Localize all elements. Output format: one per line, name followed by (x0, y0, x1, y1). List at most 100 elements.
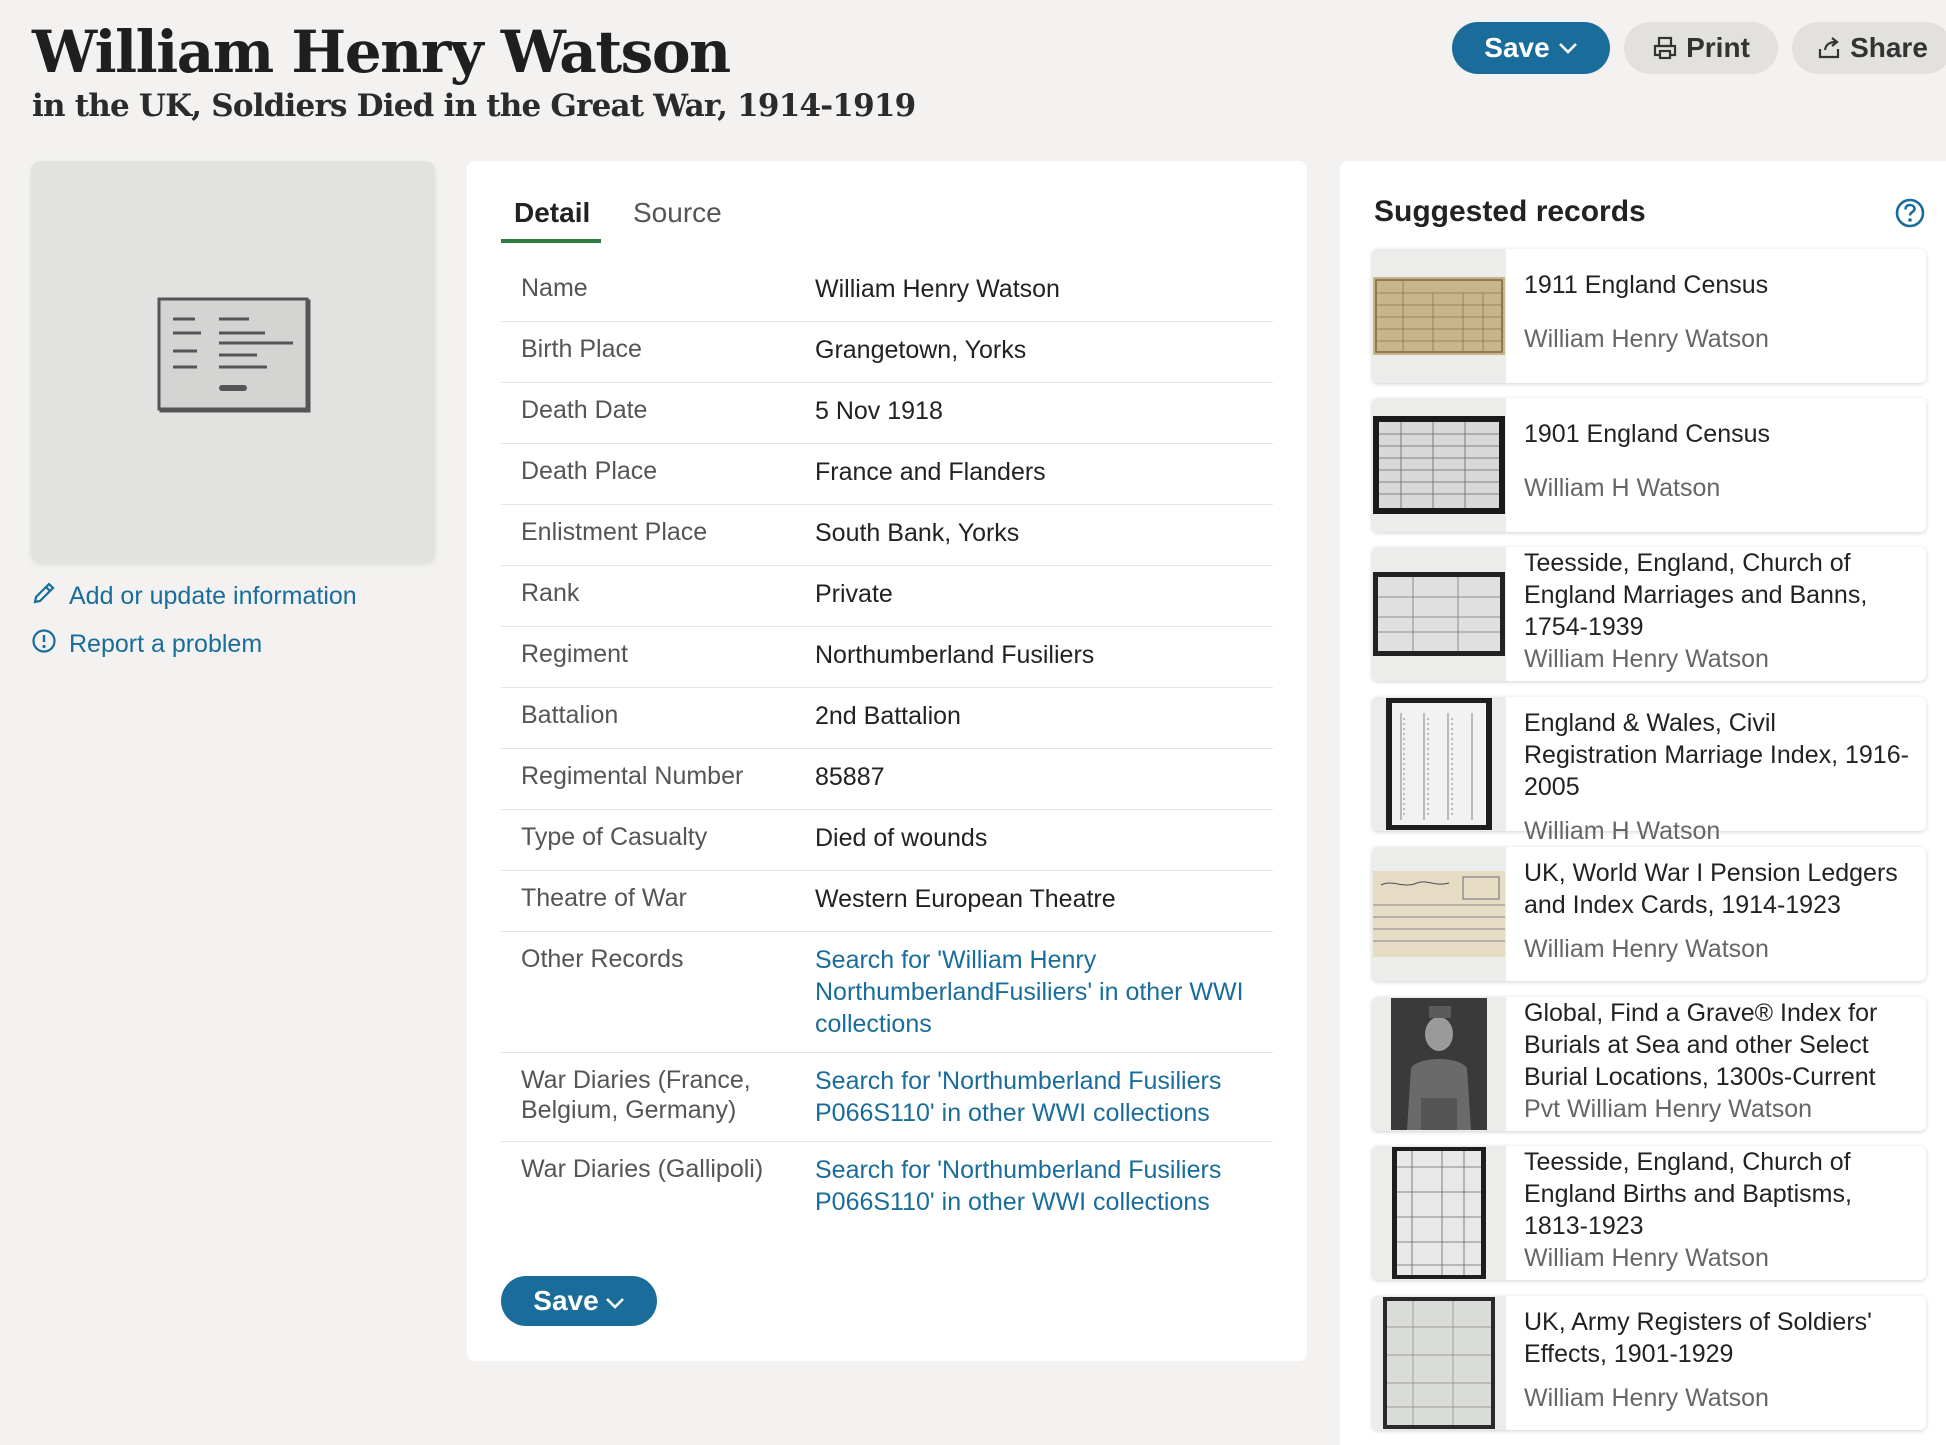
save-button-label: Save (1484, 32, 1550, 63)
add-update-information-link[interactable]: Add or update information (31, 580, 357, 613)
help-icon[interactable] (1894, 197, 1926, 234)
suggested-record-person: William Henry Watson (1524, 1244, 1769, 1272)
detail-label: Other Records (521, 945, 684, 973)
suggested-record-person: William H Watson (1524, 474, 1721, 502)
detail-label: Rank (521, 579, 580, 607)
report-problem-label: Report a problem (69, 630, 263, 658)
save-button[interactable]: Save (1452, 22, 1610, 74)
detail-label: Birth Place (521, 335, 642, 363)
detail-value: Western European Theatre (815, 885, 1116, 913)
record-thumbnail (1372, 249, 1506, 383)
printer-icon (1652, 35, 1678, 61)
tab-source[interactable]: Source (633, 197, 722, 229)
pencil-icon (31, 580, 57, 613)
report-problem-link[interactable]: Report a problem (31, 628, 262, 661)
suggested-record-name: England & Wales, Civil Registration Marr… (1524, 709, 1909, 801)
detail-value: Private (815, 580, 893, 608)
detail-row-birth-place: Birth Place Grangetown, Yorks (501, 322, 1273, 383)
chevron-down-icon (605, 1285, 625, 1317)
suggested-record-card[interactable]: 1901 England Census William H Watson (1372, 398, 1926, 532)
detail-value: 85887 (815, 763, 885, 791)
suggested-record-person: William H Watson (1524, 817, 1721, 845)
war-diaries-gallipoli-search-link[interactable]: Search for 'Northumberland Fusiliers P06… (815, 1154, 1273, 1218)
detail-label: Enlistment Place (521, 518, 708, 546)
detail-label: Death Place (521, 457, 658, 485)
war-diaries-france-search-link[interactable]: Search for 'Northumberland Fusiliers P06… (815, 1065, 1273, 1129)
detail-label: Death Date (521, 396, 648, 424)
detail-value: South Bank, Yorks (815, 519, 1020, 547)
suggested-record-card[interactable]: UK, Army Registers of Soldiers' Effects,… (1372, 1296, 1926, 1430)
save-button-bottom[interactable]: Save (501, 1276, 657, 1326)
record-thumbnail (1372, 547, 1506, 681)
detail-table: Name William Henry Watson Birth Place Gr… (501, 261, 1273, 1230)
detail-row-other-records: Other Records Search for 'William Henry … (501, 932, 1273, 1053)
detail-value: France and Flanders (815, 458, 1046, 486)
chevron-down-icon (1558, 41, 1578, 55)
suggested-record-card[interactable]: England & Wales, Civil Registration Marr… (1372, 697, 1926, 845)
print-button[interactable]: Print (1624, 22, 1778, 74)
suggested-record-person: William Henry Watson (1524, 645, 1769, 673)
detail-row-war-diaries-france: War Diaries (France, Belgium, Germany) S… (501, 1053, 1273, 1142)
detail-label: Type of Casualty (521, 823, 708, 851)
detail-row-rank: Rank Private (501, 566, 1273, 627)
record-thumbnail (1372, 1296, 1506, 1430)
save-button-label: Save (533, 1285, 599, 1316)
share-button-label: Share (1850, 32, 1928, 63)
detail-value: 2nd Battalion (815, 702, 961, 730)
detail-value: Northumberland Fusiliers (815, 641, 1095, 669)
suggested-record-name: 1901 England Census (1524, 420, 1771, 448)
detail-row-regimental-number: Regimental Number 85887 (501, 749, 1273, 810)
add-update-information-label: Add or update information (69, 582, 357, 610)
suggested-record-name: 1911 England Census (1524, 271, 1769, 299)
print-button-label: Print (1686, 32, 1750, 63)
tab-detail[interactable]: Detail (514, 197, 590, 229)
document-icon (157, 297, 311, 420)
suggested-record-card[interactable]: UK, World War I Pension Ledgers and Inde… (1372, 847, 1926, 981)
page-title: William Henry Watson (32, 18, 731, 86)
suggested-record-card[interactable]: Teesside, England, Church of England Bir… (1372, 1146, 1926, 1280)
suggested-record-name: Teesside, England, Church of England Mar… (1524, 549, 1868, 641)
page-subtitle: in the UK, Soldiers Died in the Great Wa… (32, 88, 916, 124)
detail-label: Regiment (521, 640, 628, 668)
suggested-record-name: Teesside, England, Church of England Bir… (1524, 1148, 1852, 1240)
suggested-records-panel: Suggested records 1911 England Census Wi… (1340, 161, 1946, 1445)
detail-row-battalion: Battalion 2nd Battalion (501, 688, 1273, 749)
detail-label: Name (521, 274, 588, 302)
detail-row-war-diaries-gallipoli: War Diaries (Gallipoli) Search for 'Nort… (501, 1142, 1273, 1230)
alert-circle-icon (31, 628, 57, 661)
detail-label: Battalion (521, 701, 619, 729)
record-image-placeholder (31, 161, 435, 563)
detail-value: 5 Nov 1918 (815, 397, 943, 425)
detail-row-death-date: Death Date 5 Nov 1918 (501, 383, 1273, 444)
detail-row-regiment: Regiment Northumberland Fusiliers (501, 627, 1273, 688)
detail-label: Theatre of War (521, 884, 687, 912)
detail-label: War Diaries (France, Belgium, Germany) (521, 1066, 751, 1124)
record-thumbnail (1372, 697, 1506, 831)
suggested-record-name: UK, Army Registers of Soldiers' Effects,… (1524, 1308, 1872, 1368)
detail-row-type-of-casualty: Type of Casualty Died of wounds (501, 810, 1273, 871)
detail-row-theatre-of-war: Theatre of War Western European Theatre (501, 871, 1273, 932)
suggested-record-card[interactable]: Teesside, England, Church of England Mar… (1372, 547, 1926, 681)
suggested-record-person: William Henry Watson (1524, 935, 1769, 963)
suggested-record-name: Global, Find a Grave® Index for Burials … (1524, 999, 1878, 1091)
suggested-record-name: UK, World War I Pension Ledgers and Inde… (1524, 859, 1898, 919)
record-thumbnail (1372, 847, 1506, 981)
share-button[interactable]: Share (1792, 22, 1946, 74)
detail-row-name: Name William Henry Watson (501, 261, 1273, 322)
suggested-record-card[interactable]: 1911 England Census William Henry Watson (1372, 249, 1926, 383)
record-thumbnail (1372, 398, 1506, 532)
record-detail-panel: Detail Source Name William Henry Watson … (467, 161, 1307, 1361)
suggested-record-card[interactable]: Global, Find a Grave® Index for Burials … (1372, 997, 1926, 1131)
detail-row-enlistment-place: Enlistment Place South Bank, Yorks (501, 505, 1273, 566)
suggested-record-person: William Henry Watson (1524, 325, 1769, 353)
detail-value: William Henry Watson (815, 275, 1060, 303)
other-records-search-link[interactable]: Search for 'William Henry Northumberland… (815, 944, 1273, 1040)
suggested-record-person: William Henry Watson (1524, 1384, 1769, 1412)
detail-value: Died of wounds (815, 824, 988, 852)
share-icon (1816, 35, 1842, 61)
active-tab-indicator (501, 239, 601, 243)
suggested-record-person: Pvt William Henry Watson (1524, 1095, 1813, 1123)
detail-value: Grangetown, Yorks (815, 336, 1027, 364)
detail-label: Regimental Number (521, 762, 744, 790)
record-thumbnail (1372, 997, 1506, 1131)
